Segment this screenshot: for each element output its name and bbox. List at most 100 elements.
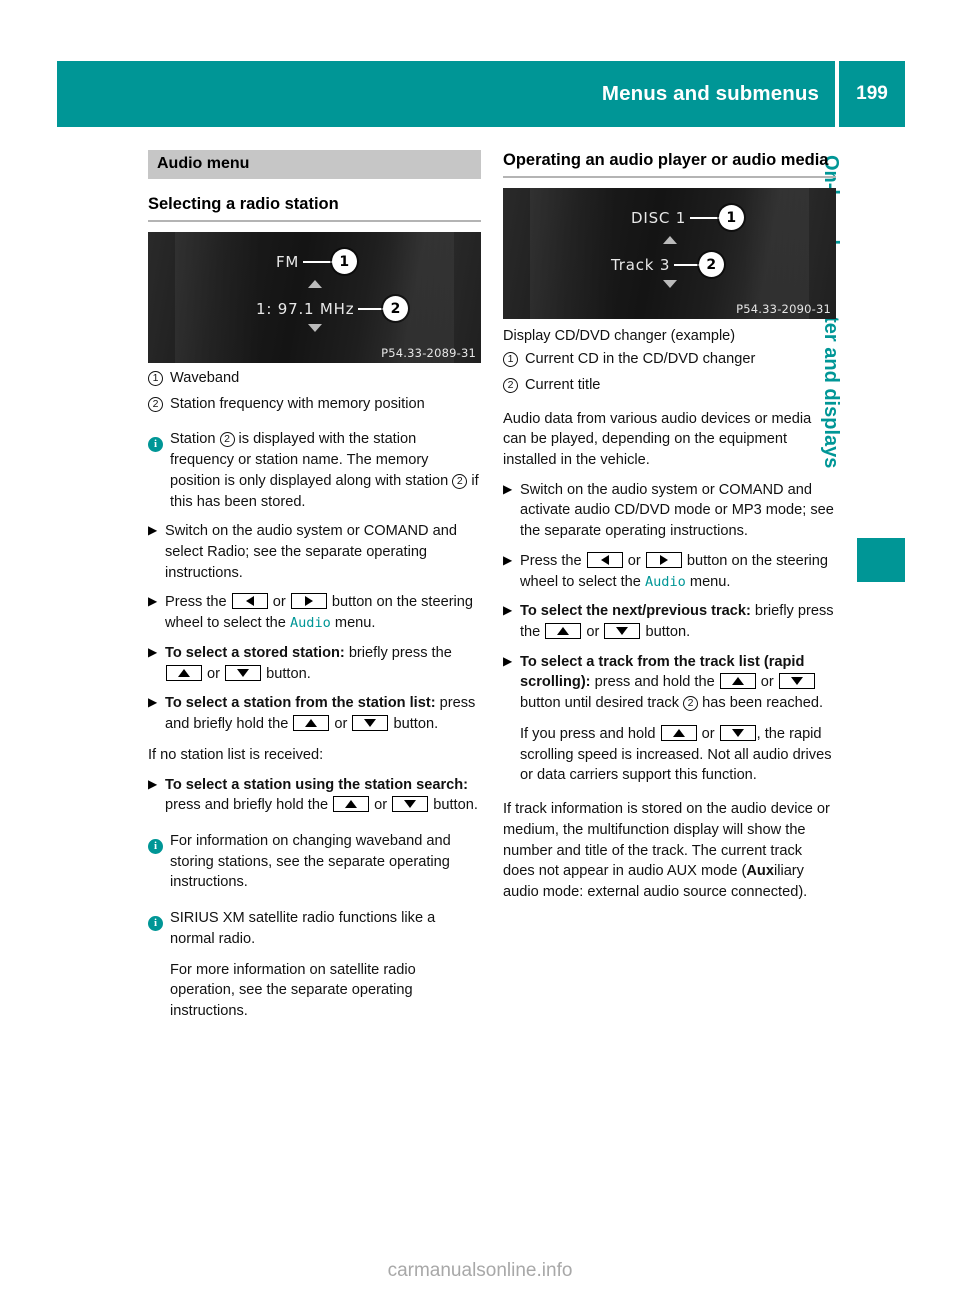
down-arrow-button-icon [392, 796, 429, 813]
left-arrow-button-icon [231, 593, 268, 610]
audio-menu-keyword: Audio [289, 615, 331, 632]
page-number-container: 199 [839, 61, 905, 127]
up-caret-icon [662, 236, 677, 245]
display-glow-left [529, 188, 617, 320]
step-item: ▶ To select a station using the station … [148, 775, 481, 816]
legend-marker: 1 [148, 368, 170, 389]
leader-line-icon [303, 260, 334, 263]
radio-display-image: FM 1 1: 97.1 MHz 2 P54.33-2089-31 [148, 232, 481, 363]
image-caption: Display CD/DVD changer (example) [503, 328, 736, 345]
leader-line-icon [690, 216, 721, 219]
legend-text: Current title [525, 376, 601, 393]
step-arrow-icon: ▶ [148, 776, 158, 791]
manual-page: Menus and submenus 199 On-board computer… [0, 0, 960, 1302]
left-column: Audio menu Selecting a radio station FM … [148, 150, 481, 1022]
header-title-container: Menus and submenus [57, 61, 835, 127]
audio-menu-keyword: Audio [644, 573, 686, 590]
step-subparagraph: If you press and hold or , the rapid scr… [520, 724, 832, 784]
step-arrow-icon: ▶ [503, 653, 513, 668]
watermark: carmanualsonline.info [387, 1260, 573, 1281]
callout-marker-2: 2 [383, 296, 409, 321]
step-label: To select a station from the station lis… [165, 695, 436, 712]
step-item: ▶ Press the or button on the steering wh… [148, 592, 481, 633]
legend-marker: 1 [503, 349, 525, 370]
down-caret-icon [307, 324, 322, 332]
step-text: Press the or button on the steering whee… [165, 593, 474, 632]
step-text: To select a track from the track list (r… [520, 652, 836, 786]
page-title: Menus and submenus [601, 82, 819, 105]
legend-text: Waveband [170, 370, 240, 386]
legend-item: 1 Current CD in the CD/DVD changer [503, 349, 836, 370]
step-text: To select a station using the station se… [165, 776, 478, 814]
up-arrow-button-icon [545, 623, 582, 640]
left-arrow-button-icon [586, 551, 623, 568]
step-label: To select a stored station: [165, 644, 345, 661]
intertext: If no station list is received: [148, 746, 324, 763]
leader-line-icon [674, 263, 701, 266]
step-label: To select a station using the station se… [165, 776, 469, 793]
up-arrow-button-icon [660, 724, 697, 741]
info-note: i SIRIUS XM satellite radio functions li… [148, 908, 481, 1022]
up-arrow-button-icon [166, 664, 202, 681]
body-paragraph: Audio data from various audio devices or… [503, 410, 812, 468]
up-arrow-button-icon [719, 673, 756, 690]
right-arrow-button-icon [645, 551, 682, 568]
info-note-paragraph: For more information on satellite radio … [170, 961, 416, 1019]
legend-item: 2 Current title [503, 375, 836, 396]
display-frequency-text: 1: 97.1 MHz [256, 299, 355, 318]
up-arrow-button-icon [293, 715, 330, 732]
right-column: Operating an audio player or audio media… [503, 150, 836, 903]
display-disc-row: DISC 1 1 [631, 205, 745, 231]
info-icon: i [148, 831, 170, 893]
step-text: To select a station from the station lis… [165, 695, 476, 733]
info-note-text: For information on changing waveband and… [170, 832, 451, 891]
step-arrow-icon: ▶ [148, 644, 158, 659]
display-glow-right [742, 188, 810, 320]
display-track-text: Track 3 [611, 255, 671, 274]
step-arrow-icon: ▶ [148, 695, 158, 710]
info-icon: i [148, 429, 170, 512]
image-reference-code: P54.33-2090-31 [736, 302, 831, 317]
inline-callout-2: 2 [683, 696, 699, 712]
step-item: ▶ To select a stored station: briefly pr… [148, 643, 481, 684]
down-arrow-button-icon [352, 715, 389, 732]
step-arrow-icon: ▶ [503, 603, 513, 618]
body-paragraph: If track information is stored on the au… [503, 801, 830, 900]
step-item: ▶ To select the next/previous track: bri… [503, 601, 836, 642]
inline-callout-2: 2 [219, 432, 235, 448]
legend-marker: 2 [503, 375, 525, 396]
callout-marker-2: 2 [699, 252, 725, 278]
callout-marker-1: 1 [719, 205, 745, 231]
left-subheading: Selecting a radio station [148, 195, 481, 222]
page-header: Menus and submenus 199 [57, 61, 905, 127]
step-text: Switch on the audio system or COMAND and… [520, 481, 834, 540]
info-note: i For information on changing waveband a… [148, 831, 481, 893]
step-arrow-icon: ▶ [503, 552, 513, 567]
info-note-text: Station 2 is displayed with the station … [170, 431, 479, 510]
display-waveband-row: FM 1 [276, 249, 358, 274]
info-note: i Station 2 is displayed with the statio… [148, 429, 481, 512]
display-waveband-text: FM [276, 252, 300, 271]
display-track-row: Track 3 2 [611, 252, 725, 278]
step-item: ▶ Switch on the audio system or COMAND a… [503, 480, 836, 542]
callout-marker-1: 1 [332, 249, 358, 274]
legend-text: Station frequency with memory position [170, 395, 425, 412]
right-subheading: Operating an audio player or audio media [503, 150, 836, 179]
step-arrow-icon: ▶ [148, 594, 158, 609]
display-frequency-row: 1: 97.1 MHz 2 [256, 296, 409, 321]
step-text: Press the or button on the steering whee… [520, 551, 829, 590]
step-arrow-icon: ▶ [503, 481, 513, 496]
info-icon: i [148, 908, 170, 1022]
down-arrow-button-icon [604, 623, 641, 640]
step-item: ▶ To select a station from the station l… [148, 693, 481, 734]
step-arrow-icon: ▶ [148, 523, 158, 538]
legend-marker: 2 [148, 394, 170, 415]
up-arrow-button-icon [333, 796, 370, 813]
cd-display-image: DISC 1 1 Track 3 2 P54.33-2090-31 [503, 188, 836, 320]
aux-bold: Aux [746, 863, 774, 880]
info-note-text: SIRIUS XM satellite radio functions like… [170, 908, 481, 1022]
display-disc-text: DISC 1 [631, 208, 687, 227]
leader-line-icon [358, 307, 385, 310]
section-title: Audio menu [148, 150, 481, 179]
down-arrow-button-icon [719, 724, 756, 741]
